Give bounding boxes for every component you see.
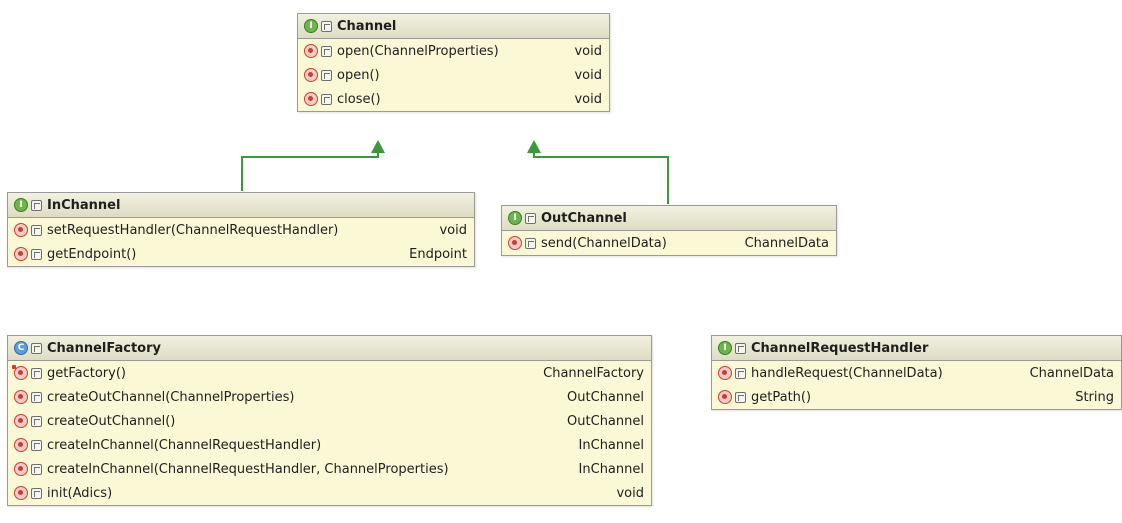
method-row[interactable]: open() void <box>298 63 609 87</box>
public-visibility-icon <box>735 391 746 403</box>
class-name: ChannelRequestHandler <box>751 340 929 356</box>
method-signature: getFactory() <box>47 365 126 381</box>
class-name: ChannelFactory <box>47 340 161 356</box>
method-icon <box>304 44 318 58</box>
method-icon <box>304 92 318 106</box>
extends-arrowhead-out-channel <box>527 140 541 153</box>
public-visibility-icon <box>735 342 746 354</box>
public-visibility-icon <box>31 199 42 211</box>
method-icon <box>718 366 732 380</box>
method-signature: handleRequest(ChannelData) <box>751 365 943 381</box>
method-signature: getPath() <box>751 389 812 405</box>
method-signature: send(ChannelData) <box>541 235 667 251</box>
method-row[interactable]: getEndpoint() Endpoint <box>8 242 474 266</box>
method-icon <box>14 223 28 237</box>
public-visibility-icon <box>735 367 746 379</box>
public-visibility-icon <box>31 367 42 379</box>
method-return-type: OutChannel <box>567 413 644 429</box>
method-signature: setRequestHandler(ChannelRequestHandler) <box>47 222 339 238</box>
class-header[interactable]: I ChannelRequestHandler <box>712 336 1121 361</box>
method-return-type: InChannel <box>578 461 644 477</box>
method-return-type: OutChannel <box>567 389 644 405</box>
method-return-type: void <box>574 67 602 83</box>
method-row[interactable]: createInChannel(ChannelRequestHandler, C… <box>8 457 651 481</box>
method-icon <box>14 486 28 500</box>
method-row[interactable]: open(ChannelProperties) void <box>298 39 609 63</box>
class-box-out-channel[interactable]: I OutChannel send(ChannelData) ChannelData <box>501 205 837 256</box>
public-visibility-icon <box>525 212 536 224</box>
class-box-channel-request-handler[interactable]: I ChannelRequestHandler handleRequest(Chan… <box>711 335 1122 410</box>
method-icon <box>14 462 28 476</box>
public-visibility-icon <box>31 487 42 499</box>
method-return-type: void <box>616 485 644 501</box>
method-row[interactable]: init(Adics) void <box>8 481 651 505</box>
extends-edge-out-channel <box>533 151 669 204</box>
method-signature: open() <box>337 67 380 83</box>
class-icon: C <box>14 341 28 355</box>
static-method-icon <box>12 365 28 380</box>
method-return-type: ChannelData <box>744 235 829 251</box>
class-name: InChannel <box>47 197 121 213</box>
public-visibility-icon <box>31 248 42 260</box>
class-box-in-channel[interactable]: I InChannel setRequestHandler(ChannelReque… <box>7 192 475 267</box>
method-signature: init(Adics) <box>47 485 113 501</box>
method-return-type: void <box>574 43 602 59</box>
public-visibility-icon <box>321 69 332 81</box>
interface-icon: I <box>508 211 522 225</box>
class-name: OutChannel <box>541 210 627 226</box>
public-visibility-icon <box>31 439 42 451</box>
method-return-type: ChannelData <box>1029 365 1114 381</box>
method-row[interactable]: handleRequest(ChannelData) ChannelData <box>712 361 1121 385</box>
public-visibility-icon <box>31 415 42 427</box>
public-visibility-icon <box>31 224 42 236</box>
method-row[interactable]: send(ChannelData) ChannelData <box>502 231 836 255</box>
method-signature: createOutChannel(ChannelProperties) <box>47 389 295 405</box>
public-visibility-icon <box>525 237 536 249</box>
class-header[interactable]: I OutChannel <box>502 206 836 231</box>
method-return-type: void <box>574 91 602 107</box>
method-row[interactable]: createOutChannel(ChannelProperties) OutCh… <box>8 385 651 409</box>
class-name: Channel <box>337 18 397 34</box>
method-return-type: InChannel <box>578 437 644 453</box>
class-header[interactable]: C ChannelFactory <box>8 336 651 361</box>
method-icon <box>14 247 28 261</box>
method-icon <box>304 68 318 82</box>
class-box-channel[interactable]: I Channel open(ChannelProperties) void open(… <box>297 13 610 112</box>
class-box-channel-factory[interactable]: C ChannelFactory getFactory() ChannelFactor… <box>7 335 652 506</box>
method-icon <box>14 390 28 404</box>
method-row[interactable]: getPath() String <box>712 385 1121 409</box>
method-signature: getEndpoint() <box>47 246 137 262</box>
method-return-type: Endpoint <box>409 246 467 262</box>
method-return-type: ChannelFactory <box>543 365 644 381</box>
method-signature: open(ChannelProperties) <box>337 43 499 59</box>
method-row[interactable]: createOutChannel() OutChannel <box>8 409 651 433</box>
method-signature: createOutChannel() <box>47 413 176 429</box>
public-visibility-icon <box>31 342 42 354</box>
public-visibility-icon <box>31 391 42 403</box>
method-icon <box>14 438 28 452</box>
interface-icon: I <box>14 198 28 212</box>
method-return-type: String <box>1075 389 1114 405</box>
interface-icon: I <box>304 19 318 33</box>
method-row[interactable]: createInChannel(ChannelRequestHandler) In… <box>8 433 651 457</box>
interface-icon: I <box>718 341 732 355</box>
public-visibility-icon <box>31 463 42 475</box>
method-signature: createInChannel(ChannelRequestHandler) <box>47 437 322 453</box>
public-visibility-icon <box>321 20 332 32</box>
class-header[interactable]: I InChannel <box>8 193 474 218</box>
method-row[interactable]: close() void <box>298 87 609 111</box>
method-icon <box>718 390 732 404</box>
method-icon <box>14 414 28 428</box>
public-visibility-icon <box>321 45 332 57</box>
method-row[interactable]: setRequestHandler(ChannelRequestHandler)… <box>8 218 474 242</box>
method-row[interactable]: getFactory() ChannelFactory <box>8 361 651 385</box>
method-signature: close() <box>337 91 381 107</box>
extends-arrowhead-in-channel <box>371 140 385 153</box>
public-visibility-icon <box>321 93 332 105</box>
class-header[interactable]: I Channel <box>298 14 609 39</box>
method-return-type: void <box>439 222 467 238</box>
extends-edge-in-channel <box>241 151 379 191</box>
method-icon <box>508 236 522 250</box>
method-signature: createInChannel(ChannelRequestHandler, C… <box>47 461 449 477</box>
